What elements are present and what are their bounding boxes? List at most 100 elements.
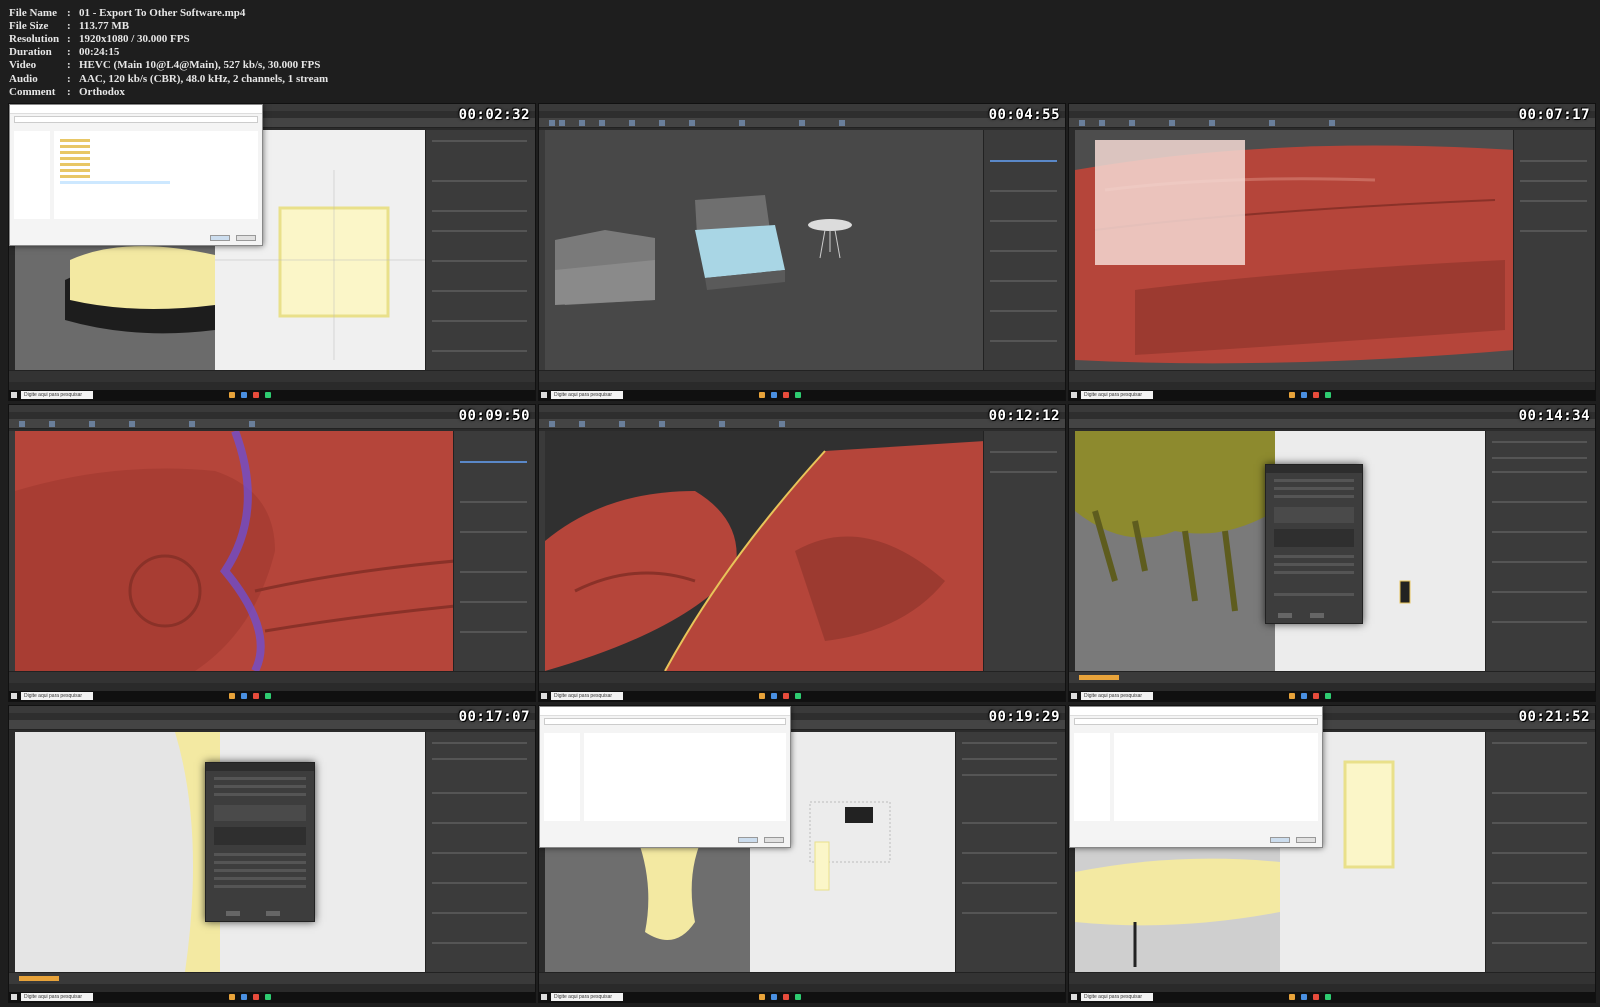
command-panel[interactable] — [1513, 130, 1595, 370]
video-thumbnail[interactable]: Digite aqui para pesquisar 00:07:17 — [1068, 103, 1596, 401]
taskbar-app-icon[interactable] — [1313, 392, 1319, 398]
timeline[interactable] — [9, 972, 535, 984]
timeline[interactable] — [9, 370, 535, 382]
taskbar-app-icon[interactable] — [229, 693, 235, 699]
export-dialog[interactable] — [1265, 464, 1363, 624]
taskbar-app-icon[interactable] — [771, 994, 777, 1000]
command-panel[interactable] — [453, 431, 535, 671]
taskbar-app-icon[interactable] — [241, 693, 247, 699]
taskbar-app-icon[interactable] — [253, 693, 259, 699]
timeline[interactable] — [539, 671, 1065, 683]
viewport-perspective[interactable] — [1075, 130, 1513, 370]
save-button[interactable] — [1270, 837, 1290, 843]
viewport-perspective[interactable] — [545, 431, 983, 671]
taskbar-app-icon[interactable] — [1301, 994, 1307, 1000]
save-file-dialog[interactable] — [9, 104, 263, 246]
timeline[interactable] — [1069, 972, 1595, 984]
save-file-dialog[interactable] — [1069, 706, 1323, 848]
viewport-perspective[interactable] — [545, 130, 983, 370]
windows-start-icon[interactable] — [1071, 392, 1077, 398]
taskbar-app-icon[interactable] — [253, 994, 259, 1000]
viewport-2d-3d[interactable] — [15, 732, 425, 972]
cancel-button[interactable] — [764, 837, 784, 843]
taskbar-app-icon[interactable] — [265, 994, 271, 1000]
save-button[interactable] — [210, 235, 230, 241]
timeline[interactable] — [1069, 671, 1595, 683]
video-thumbnail[interactable]: Digite aqui para pesquisar 00:21:52 — [1068, 705, 1596, 1003]
windows-start-icon[interactable] — [11, 392, 17, 398]
cancel-button[interactable] — [1310, 613, 1324, 618]
video-thumbnail[interactable]: Digite aqui para pesquisar 00:09:50 — [8, 404, 536, 702]
properties-panel[interactable] — [425, 130, 535, 370]
taskbar-search[interactable]: Digite aqui para pesquisar — [21, 993, 93, 1001]
taskbar-app-icon[interactable] — [1289, 392, 1295, 398]
taskbar-app-icon[interactable] — [265, 693, 271, 699]
cancel-button[interactable] — [236, 235, 256, 241]
taskbar-app-icon[interactable] — [1325, 994, 1331, 1000]
property-editor[interactable] — [1485, 732, 1595, 972]
taskbar-app-icon[interactable] — [1313, 994, 1319, 1000]
cancel-button[interactable] — [1296, 837, 1316, 843]
file-list[interactable] — [1114, 733, 1318, 821]
taskbar-app-icon[interactable] — [771, 392, 777, 398]
taskbar-app-icon[interactable] — [1289, 994, 1295, 1000]
taskbar-app-icon[interactable] — [759, 392, 765, 398]
taskbar-app-icon[interactable] — [783, 392, 789, 398]
taskbar-app-icon[interactable] — [265, 392, 271, 398]
taskbar-search[interactable]: Digite aqui para pesquisar — [21, 391, 93, 399]
ok-button[interactable] — [1278, 613, 1292, 618]
taskbar-app-icon[interactable] — [229, 994, 235, 1000]
windows-start-icon[interactable] — [1071, 693, 1077, 699]
taskbar-app-icon[interactable] — [1289, 693, 1295, 699]
command-panel[interactable] — [983, 130, 1065, 370]
video-thumbnail[interactable]: Digite aqui para pesquisar 00:04:55 — [538, 103, 1066, 401]
windows-start-icon[interactable] — [541, 994, 547, 1000]
timeline[interactable] — [539, 370, 1065, 382]
taskbar-search[interactable]: Digite aqui para pesquisar — [1081, 692, 1153, 700]
address-bar[interactable] — [1074, 718, 1318, 725]
taskbar-app-icon[interactable] — [241, 994, 247, 1000]
taskbar-search[interactable]: Digite aqui para pesquisar — [551, 993, 623, 1001]
timeline[interactable] — [1069, 370, 1595, 382]
folder-tree[interactable] — [544, 733, 580, 821]
windows-start-icon[interactable] — [541, 392, 547, 398]
taskbar-app-icon[interactable] — [759, 693, 765, 699]
taskbar-app-icon[interactable] — [771, 693, 777, 699]
taskbar-app-icon[interactable] — [795, 994, 801, 1000]
command-panel[interactable] — [983, 431, 1065, 671]
windows-start-icon[interactable] — [11, 693, 17, 699]
timeline[interactable] — [539, 972, 1065, 984]
property-editor[interactable] — [955, 732, 1065, 972]
save-button[interactable] — [738, 837, 758, 843]
taskbar-search[interactable]: Digite aqui para pesquisar — [551, 391, 623, 399]
taskbar-search[interactable]: Digite aqui para pesquisar — [1081, 993, 1153, 1001]
windows-start-icon[interactable] — [1071, 994, 1077, 1000]
file-list[interactable] — [584, 733, 786, 821]
taskbar-app-icon[interactable] — [1325, 392, 1331, 398]
taskbar-app-icon[interactable] — [241, 392, 247, 398]
taskbar-app-icon[interactable] — [1301, 392, 1307, 398]
timeline[interactable] — [9, 671, 535, 683]
property-editor[interactable] — [1485, 431, 1595, 671]
taskbar-app-icon[interactable] — [783, 994, 789, 1000]
video-thumbnail[interactable]: Digite aqui para pesquisar 00:19:29 — [538, 705, 1066, 1003]
ok-button[interactable] — [226, 911, 240, 916]
taskbar-search[interactable]: Digite aqui para pesquisar — [551, 692, 623, 700]
taskbar-app-icon[interactable] — [783, 693, 789, 699]
windows-start-icon[interactable] — [541, 693, 547, 699]
taskbar-app-icon[interactable] — [795, 392, 801, 398]
viewport-perspective[interactable] — [15, 431, 453, 671]
file-list[interactable] — [54, 131, 258, 219]
video-thumbnail[interactable]: Digite aqui para pesquisar 00:17:07 — [8, 705, 536, 1003]
video-thumbnail[interactable]: Digite aqui para pesquisar 00:12:12 — [538, 404, 1066, 702]
taskbar-app-icon[interactable] — [253, 392, 259, 398]
taskbar-search[interactable]: Digite aqui para pesquisar — [1081, 391, 1153, 399]
video-thumbnail[interactable]: Digite aqui para pesquisar 00:14:34 — [1068, 404, 1596, 702]
taskbar-app-icon[interactable] — [795, 693, 801, 699]
taskbar-app-icon[interactable] — [229, 392, 235, 398]
taskbar-app-icon[interactable] — [759, 994, 765, 1000]
folder-tree[interactable] — [14, 131, 50, 219]
taskbar-app-icon[interactable] — [1325, 693, 1331, 699]
taskbar-app-icon[interactable] — [1301, 693, 1307, 699]
export-dialog[interactable] — [205, 762, 315, 922]
